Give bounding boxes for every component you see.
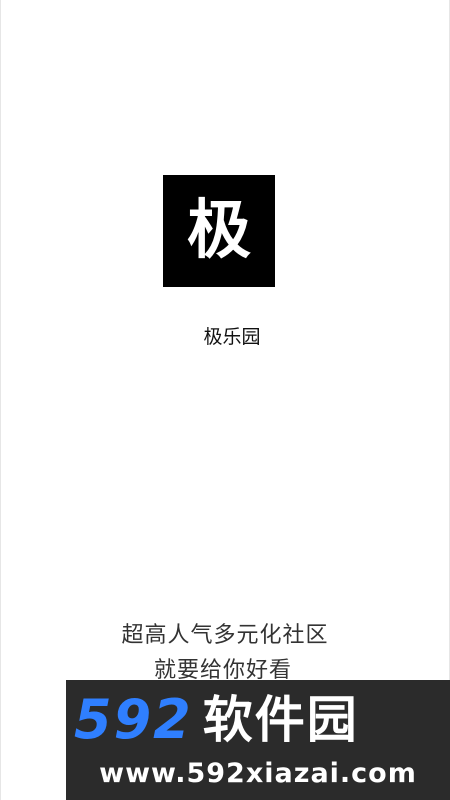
app-logo-char: 极: [187, 194, 251, 268]
watermark-brand-name: 软件园: [202, 691, 359, 749]
splash-screen: 极 极乐园 超高人气多元化社区 就要给你好看 592 软件园 www.592xi…: [0, 0, 450, 800]
watermark-title: 592 软件园: [74, 692, 450, 748]
app-logo-container: 极: [143, 160, 293, 310]
watermark-url: www.592xiazai.com: [99, 758, 417, 789]
slogan-line-1: 超高人气多元化社区: [121, 623, 329, 648]
watermark-banner: 592 软件园 www.592xiazai.com: [66, 680, 450, 800]
app-logo: 极: [163, 175, 275, 287]
app-name: 极乐园: [203, 326, 261, 348]
watermark-brand-number: 592: [74, 688, 193, 751]
